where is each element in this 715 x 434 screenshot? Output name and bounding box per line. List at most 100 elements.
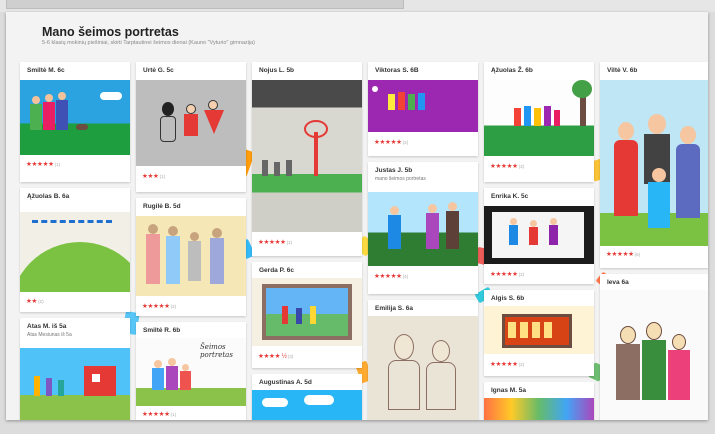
gallery-card[interactable]: Gerda P. 6c ★★★★ ½(3) — [252, 262, 362, 368]
rating-stars: ★★★★★ — [606, 251, 634, 258]
rating-stars: ★★★★ ½ — [258, 353, 287, 360]
gallery-card[interactable]: Smiltė M. 6c ★★★★★(1) — [20, 62, 130, 182]
card-author-name: Emilija S. 6a — [375, 305, 413, 312]
card-handwritten-caption: Šeimos portretas — [200, 343, 233, 359]
card-rating: ★★★★★(2) — [490, 270, 524, 278]
card-author-name: Augustinas A. 5d — [259, 379, 312, 386]
rating-count: (4) — [402, 274, 409, 279]
gallery-card[interactable]: Atas M. iš 5a Atas Mesiunas iš 5a — [20, 318, 130, 420]
card-artwork — [368, 80, 478, 132]
card-artwork — [20, 348, 130, 420]
top-strip-bar — [6, 0, 404, 9]
card-artwork — [368, 316, 478, 420]
gallery-card[interactable]: Nojus L. 5b ★★★★★(1) — [252, 62, 362, 256]
card-author-name: Algis S. 6b — [491, 295, 525, 302]
card-rating: ★★★★★(2) — [142, 302, 176, 310]
rating-count: (1) — [159, 174, 166, 179]
rating-stars: ★★★★★ — [142, 411, 170, 418]
card-author-name: Ąžuolas Ž. 6b — [491, 67, 533, 74]
rating-stars: ★★★ — [142, 173, 159, 180]
card-description: Atas Mesiunas iš 5a — [27, 332, 72, 338]
gallery-panel: Mano šeimos portretas 5-6 klasių mokinių… — [6, 12, 708, 420]
gallery-card[interactable]: Ignas M. 5a — [484, 382, 594, 420]
card-author-name: Justas J. 5b — [375, 167, 413, 174]
rating-count: (2) — [518, 362, 525, 367]
card-artwork — [484, 398, 594, 420]
card-artwork — [136, 216, 246, 296]
card-author-name: Enrika K. 5c — [491, 193, 529, 200]
card-artwork — [600, 290, 708, 420]
card-artwork — [20, 80, 130, 155]
card-author-name: Atas M. iš 5a — [27, 323, 67, 330]
gallery-card[interactable]: Ieva 6a — [600, 274, 708, 420]
rating-count: (2) — [38, 299, 44, 304]
gallery-title: Mano šeimos portretas — [42, 25, 179, 39]
rating-count: (6) — [634, 252, 641, 257]
gallery-card[interactable]: Justas J. 5b mano šeimos portretas ★★★★★… — [368, 162, 478, 294]
rating-stars: ★★★★★ — [490, 271, 518, 278]
top-strip — [0, 0, 715, 12]
card-rating: ★★★★★(4) — [374, 272, 408, 280]
card-rating: ★★★★★(1) — [26, 160, 60, 168]
card-rating: ★★★★★(6) — [606, 250, 640, 258]
rating-stars: ★★★★★ — [142, 303, 170, 310]
rating-count: (1) — [170, 412, 177, 417]
card-rating: ★★★★★(1) — [142, 410, 176, 418]
rating-stars: ★★★★★ — [490, 163, 518, 170]
rating-stars: ★★★★★ — [374, 139, 402, 146]
card-artwork — [136, 80, 246, 166]
card-author-name: Viktoras S. 6B — [375, 67, 419, 74]
card-author-name: Ąžuolas B. 6a — [27, 193, 70, 200]
card-rating: ★★★★★(2) — [374, 138, 408, 146]
card-artwork — [484, 80, 594, 156]
card-author-name: Ignas M. 5a — [491, 387, 527, 394]
card-artwork — [252, 278, 362, 346]
rating-stars: ★★ — [26, 298, 38, 305]
rating-count: (2) — [402, 140, 409, 145]
gallery-card[interactable]: Augustinas A. 5d — [252, 374, 362, 420]
rating-count: (3) — [287, 354, 294, 359]
rating-count: (2) — [518, 272, 525, 277]
gallery-card[interactable]: Rugilė B. 5d ★★★★★(2) — [136, 198, 246, 316]
card-author-name: Urtė G. 5c — [143, 67, 174, 74]
card-artwork — [600, 80, 708, 246]
card-description: mano šeimos portretas — [375, 176, 426, 182]
gallery-card[interactable]: Enrika K. 5c ★★★★★(2) — [484, 188, 594, 284]
card-rating: ★★★★ ½(3) — [258, 352, 293, 360]
card-rating: ★★★★★(1) — [258, 238, 292, 246]
rating-stars: ★★★★★ — [258, 239, 286, 246]
card-author-name: Viltė V. 6b — [607, 67, 638, 74]
gallery-card[interactable]: Urtė G. 5c ★★★(1) — [136, 62, 246, 192]
card-artwork — [368, 192, 478, 266]
card-author-name: Smiltė R. 6b — [143, 327, 181, 334]
rating-count: (1) — [54, 162, 61, 167]
card-artwork — [252, 80, 362, 232]
rating-count: (1) — [286, 240, 293, 245]
card-rating: ★★(2) — [26, 297, 44, 305]
gallery-card[interactable]: Ąžuolas B. 6a ★★(2) — [20, 188, 130, 312]
card-artwork — [484, 306, 594, 354]
gallery-card[interactable]: Emilija S. 6a — [368, 300, 478, 420]
card-artwork: Šeimos portretas — [136, 338, 246, 406]
card-author-name: Nojus L. 5b — [259, 67, 295, 74]
gallery-card[interactable]: Smiltė R. 6b Šeimos portretas ★★★★★(1) — [136, 322, 246, 420]
card-rating: ★★★(1) — [142, 172, 165, 180]
gallery-card[interactable]: Ąžuolas Ž. 6b ★★★★★(3) — [484, 62, 594, 182]
rating-stars: ★★★★★ — [26, 161, 54, 168]
gallery-subtitle: 5-6 klasių mokinių piešiniai, skirti Tar… — [42, 40, 256, 46]
card-rating: ★★★★★(2) — [490, 360, 524, 368]
card-author-name: Rugilė B. 5d — [143, 203, 181, 210]
card-artwork — [484, 206, 594, 264]
card-artwork — [252, 390, 362, 420]
gallery-card[interactable]: Algis S. 6b ★★★★★(2) — [484, 290, 594, 376]
card-author-name: Smiltė M. 6c — [27, 67, 65, 74]
card-rating: ★★★★★(3) — [490, 162, 524, 170]
card-author-name: Gerda P. 6c — [259, 267, 294, 274]
card-artwork — [20, 212, 130, 292]
card-author-name: Ieva 6a — [607, 279, 629, 286]
rating-count: (3) — [518, 164, 525, 169]
gallery-card[interactable]: Viltė V. 6b ★★★★★(6) — [600, 62, 708, 268]
gallery-card[interactable]: Viktoras S. 6B ★★★★★(2) — [368, 62, 478, 156]
rating-count: (2) — [170, 304, 177, 309]
rating-stars: ★★★★★ — [374, 273, 402, 280]
